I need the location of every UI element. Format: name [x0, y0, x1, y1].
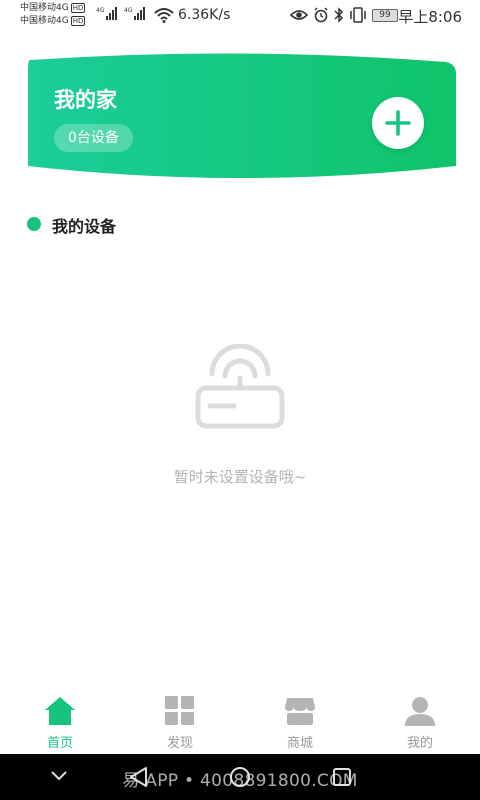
eye-icon — [290, 10, 308, 20]
bluetooth-icon — [334, 7, 344, 23]
tab-home-label: 首页 — [46, 736, 73, 751]
status-bar: 中国移动4G HD 中国移动4G HD 4G 4G 6.36K/s 99 早上8:0… — [0, 0, 480, 34]
home-icon — [45, 697, 75, 725]
hd-badge-2: HD — [70, 16, 86, 26]
tab-home[interactable]: 首页 — [20, 696, 100, 751]
tab-mine-label: 我的 — [406, 736, 433, 751]
my-devices-title: 我的设备 — [52, 217, 117, 236]
home-title[interactable]: 我的家 — [54, 84, 117, 114]
tab-mine[interactable]: 我的 — [380, 696, 460, 751]
router-icon — [195, 344, 285, 429]
add-device-button[interactable] — [372, 97, 424, 149]
section-dot — [27, 217, 41, 231]
network-speed: 6.36K/s — [178, 7, 231, 23]
watermark: 易 APP • 4008891800.COM — [122, 771, 358, 791]
store-icon — [285, 698, 315, 725]
tab-mall[interactable]: 商城 — [260, 696, 340, 751]
bottom-tab-bar: 首页 发现 商城 我的 — [0, 688, 480, 754]
tab-discover[interactable]: 发现 — [140, 696, 220, 751]
tab-mall-label: 商城 — [286, 736, 313, 751]
wifi-icon — [154, 8, 174, 23]
alarm-icon — [314, 7, 328, 23]
grid-icon — [165, 696, 194, 725]
carrier-2: 中国移动4G HD — [20, 16, 86, 26]
clock: 早上8:06 — [398, 8, 462, 26]
carrier-1: 中国移动4G HD — [20, 3, 86, 13]
home-card[interactable]: 我的家 0台设备 — [20, 48, 466, 184]
empty-state-text: 暂时未设置设备哦~ — [173, 468, 307, 486]
user-icon — [405, 697, 435, 726]
vibrate-icon — [350, 7, 366, 23]
plus-icon — [385, 110, 411, 136]
tab-discover-label: 发现 — [166, 736, 193, 751]
signal-icon: 4G — [96, 7, 118, 20]
hd-badge: HD — [70, 3, 86, 13]
battery-icon: 99 — [372, 8, 398, 22]
signal-icon-2: 4G — [124, 7, 146, 20]
device-count-badge[interactable]: 0台设备 — [54, 124, 133, 152]
